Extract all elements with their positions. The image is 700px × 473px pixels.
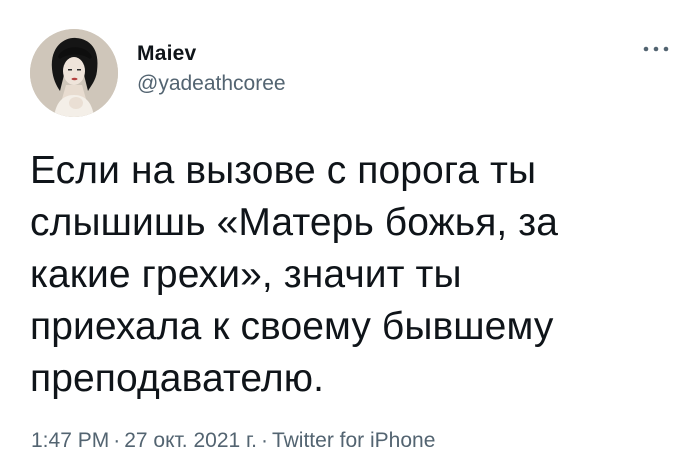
tweet-text-line: приехала к своему бывшему: [30, 305, 554, 348]
more-dots-icon: [643, 46, 669, 52]
user-handle[interactable]: @yadeathcoree: [137, 71, 286, 97]
tweet-meta: 1:47 PM · 27 окт. 2021 г. · Twitter for iPho…: [31, 428, 435, 454]
tweet-card: Maiev @yadeathcoree Если на вызове с пор…: [0, 0, 700, 473]
tweet-source-link[interactable]: Twitter for iPhone: [272, 429, 435, 452]
more-options-button[interactable]: [638, 36, 674, 62]
user-info: Maiev @yadeathcoree: [137, 41, 286, 97]
tweet-date[interactable]: 27 окт. 2021 г.: [124, 429, 257, 452]
tweet-text-line: преподавателю.: [30, 357, 325, 400]
tweet-time[interactable]: 1:47 PM: [31, 429, 109, 452]
avatar-image: [30, 29, 118, 117]
display-name[interactable]: Maiev: [137, 41, 286, 67]
tweet-text-line: Если на вызове с порога ты: [30, 149, 537, 192]
meta-separator: ·: [260, 429, 268, 452]
avatar[interactable]: [30, 29, 118, 117]
tweet-text-line: какие грехи», значит ты: [30, 253, 462, 296]
tweet-text-line: слышишь «Матерь божья, за: [30, 201, 559, 244]
meta-separator: ·: [113, 429, 121, 452]
tweet-text: Если на вызове с порога ты слышишь «Мате…: [30, 145, 670, 405]
